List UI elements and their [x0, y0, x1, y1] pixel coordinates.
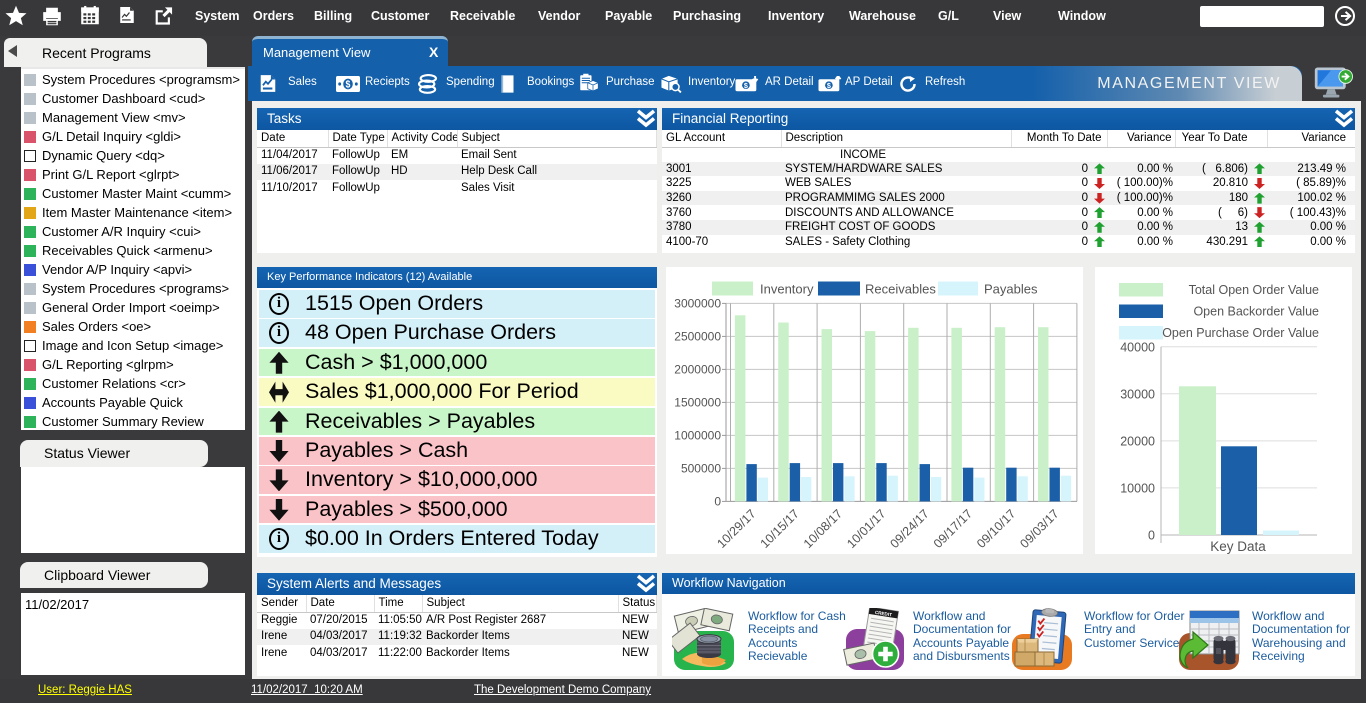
svg-text:Inventory: Inventory: [760, 282, 814, 297]
svg-text:30000: 30000: [1120, 387, 1155, 401]
svg-text:Open Backorder Value: Open Backorder Value: [1193, 305, 1319, 319]
svg-text:20000: 20000: [1120, 434, 1155, 448]
svg-text:Payables: Payables: [984, 282, 1038, 297]
svg-text:3000000: 3000000: [674, 296, 721, 310]
svg-text:2000000: 2000000: [674, 362, 721, 376]
svg-text:$: $: [744, 81, 748, 90]
svg-text:1500000: 1500000: [674, 395, 721, 409]
svg-text:10000: 10000: [1120, 481, 1155, 495]
svg-text:2500000: 2500000: [674, 329, 721, 343]
svg-text:Total Open Order Value: Total Open Order Value: [1189, 283, 1319, 297]
svg-text:09/17/17: 09/17/17: [931, 507, 975, 551]
svg-text:10/08/17: 10/08/17: [801, 507, 845, 551]
svg-text:10/01/17: 10/01/17: [844, 507, 888, 551]
svg-text:Key Data: Key Data: [1210, 539, 1266, 554]
svg-text:Open Purchase Order Value: Open Purchase Order Value: [1162, 326, 1319, 340]
svg-text:0: 0: [714, 494, 721, 508]
svg-text:10/29/17: 10/29/17: [714, 507, 758, 551]
svg-text:09/03/17: 09/03/17: [1017, 507, 1061, 551]
svg-text:1000000: 1000000: [674, 428, 721, 442]
svg-text:09/24/17: 09/24/17: [888, 507, 932, 551]
svg-text:09/10/17: 09/10/17: [974, 507, 1018, 551]
svg-text:Receivables: Receivables: [865, 282, 936, 297]
svg-text:$: $: [827, 81, 831, 90]
svg-text:10/15/17: 10/15/17: [758, 507, 802, 551]
svg-text:500000: 500000: [681, 461, 721, 475]
svg-text:$: $: [346, 79, 352, 90]
svg-text:40000: 40000: [1120, 340, 1155, 354]
svg-text:0: 0: [1148, 529, 1155, 543]
